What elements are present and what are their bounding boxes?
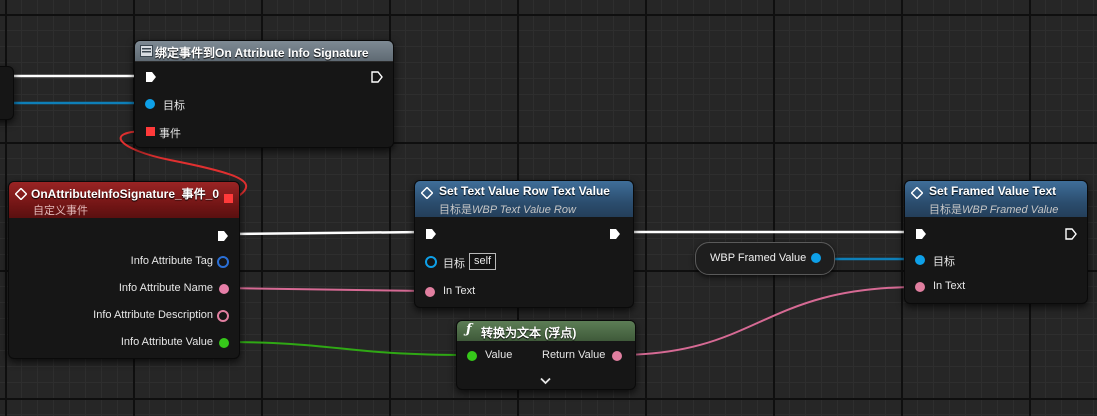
to-text-return-row: Return Value <box>542 348 624 364</box>
custom-event-pin-tag-row: Info Attribute Tag <box>19 254 229 270</box>
function-diamond-icon <box>14 187 28 205</box>
set-text-row-exec-out-pin[interactable] <box>609 227 621 239</box>
offscreen-node-stub[interactable] <box>0 66 14 120</box>
info-attribute-name-pin[interactable] <box>219 284 229 294</box>
bind-target-pin[interactable] <box>145 99 155 109</box>
event-dispatcher-icon <box>140 44 153 62</box>
set-framed-target-pin[interactable] <box>915 255 925 265</box>
to-text-return-pin[interactable] <box>612 351 622 361</box>
framed-value-variable-label: WBP Framed Value <box>710 252 807 264</box>
set-text-row-target-pin[interactable] <box>425 256 437 268</box>
set-framed-title: Set Framed Value Text <box>929 184 1057 198</box>
set-text-row-subtitle-class: WBP Text Value Row <box>472 204 576 216</box>
set-framed-intext-label: In Text <box>933 280 966 292</box>
to-text-title: 转换为文本 (浮点) <box>481 326 577 340</box>
set-framed-target-label: 目标 <box>933 256 955 268</box>
custom-event-title: OnAttributeInfoSignature_事件_0 <box>31 187 220 201</box>
function-diamond-icon <box>910 186 924 204</box>
set-framed-header[interactable]: Set Framed Value Text 目标是WBP Framed Valu… <box>905 181 1087 217</box>
info-attribute-tag-label: Info Attribute Tag <box>130 255 213 267</box>
custom-event-subtitle: 自定义事件 <box>33 205 88 217</box>
set-framed-exec-in-pin[interactable] <box>915 227 927 239</box>
bind-target-label: 目标 <box>163 100 185 112</box>
custom-event-pin-value-row: Info Attribute Value <box>19 335 229 351</box>
set-text-row-exec-in-pin[interactable] <box>425 227 437 239</box>
exec-wire-event-to-settext <box>227 230 426 236</box>
bind-event-label: 事件 <box>159 128 181 140</box>
to-text-node[interactable]: ƒ 转换为文本 (浮点) Value Return Value <box>456 320 636 390</box>
info-attribute-value-label: Info Attribute Value <box>120 336 213 348</box>
bind-exec-in-pin[interactable] <box>145 70 157 82</box>
set-framed-intext-pin[interactable] <box>915 282 925 292</box>
set-framed-node[interactable]: Set Framed Value Text 目标是WBP Framed Valu… <box>904 180 1088 304</box>
set-framed-exec-out-pin[interactable] <box>1065 227 1077 240</box>
set-text-row-target-label: 目标 <box>443 258 465 270</box>
info-attribute-value-pin[interactable] <box>219 338 229 348</box>
return-to-intext-wire <box>616 286 919 356</box>
set-text-row-subtitle-prefix: 目标是 <box>439 204 472 216</box>
set-text-row-self-field[interactable]: self <box>469 253 497 270</box>
set-text-row-intext-pin[interactable] <box>425 287 435 297</box>
custom-event-exec-out-pin[interactable] <box>217 229 229 241</box>
name-to-intext-wire <box>221 287 429 292</box>
set-text-row-target-row: 目标 self <box>425 253 575 270</box>
set-framed-subtitle-class: WBP Framed Value <box>962 204 1059 216</box>
info-attribute-description-pin[interactable] <box>217 310 229 322</box>
info-attribute-name-label: Info Attribute Name <box>118 282 213 294</box>
to-text-value-label: Value <box>485 349 513 361</box>
framed-value-variable-pin[interactable] <box>811 253 821 263</box>
bind-event-header[interactable]: 绑定事件到On Attribute Info Signature <box>135 41 393 62</box>
custom-event-pin-name-row: Info Attribute Name <box>19 281 229 297</box>
to-text-return-label: Return Value <box>542 349 606 361</box>
value-to-convert-wire <box>221 341 471 356</box>
bind-event-pin[interactable] <box>146 127 155 136</box>
set-framed-subtitle-prefix: 目标是 <box>929 204 962 216</box>
set-text-row-header[interactable]: Set Text Value Row Text Value 目标是WBP Tex… <box>415 181 633 217</box>
function-diamond-icon <box>420 186 434 204</box>
bind-event-title: 绑定事件到On Attribute Info Signature <box>155 46 369 60</box>
custom-event-delegate-pin[interactable] <box>224 194 233 203</box>
to-text-header[interactable]: ƒ 转换为文本 (浮点) <box>457 321 635 341</box>
set-text-row-subtitle: 目标是WBP Text Value Row <box>439 201 576 217</box>
set-framed-subtitle: 目标是WBP Framed Value <box>929 201 1058 217</box>
set-text-row-intext-label: In Text <box>443 285 476 297</box>
chevron-down-icon[interactable] <box>540 372 551 390</box>
set-text-row-title: Set Text Value Row Text Value <box>439 184 610 198</box>
custom-event-pin-description-row: Info Attribute Description <box>19 308 229 324</box>
bind-event-node[interactable]: 绑定事件到On Attribute Info Signature 目标 事件 <box>134 40 394 148</box>
custom-event-header[interactable]: OnAttributeInfoSignature_事件_0 自定义事件 <box>9 182 239 218</box>
custom-event-node[interactable]: OnAttributeInfoSignature_事件_0 自定义事件 Info… <box>8 181 240 359</box>
set-text-row-node[interactable]: Set Text Value Row Text Value 目标是WBP Tex… <box>414 180 634 308</box>
info-attribute-description-label: Info Attribute Description <box>93 309 213 321</box>
f-function-icon: ƒ <box>466 322 472 337</box>
to-text-value-pin[interactable] <box>467 351 477 361</box>
info-attribute-tag-pin[interactable] <box>217 256 229 268</box>
framed-value-variable-node[interactable]: WBP Framed Value <box>695 242 835 275</box>
bind-exec-out-pin[interactable] <box>371 70 383 83</box>
